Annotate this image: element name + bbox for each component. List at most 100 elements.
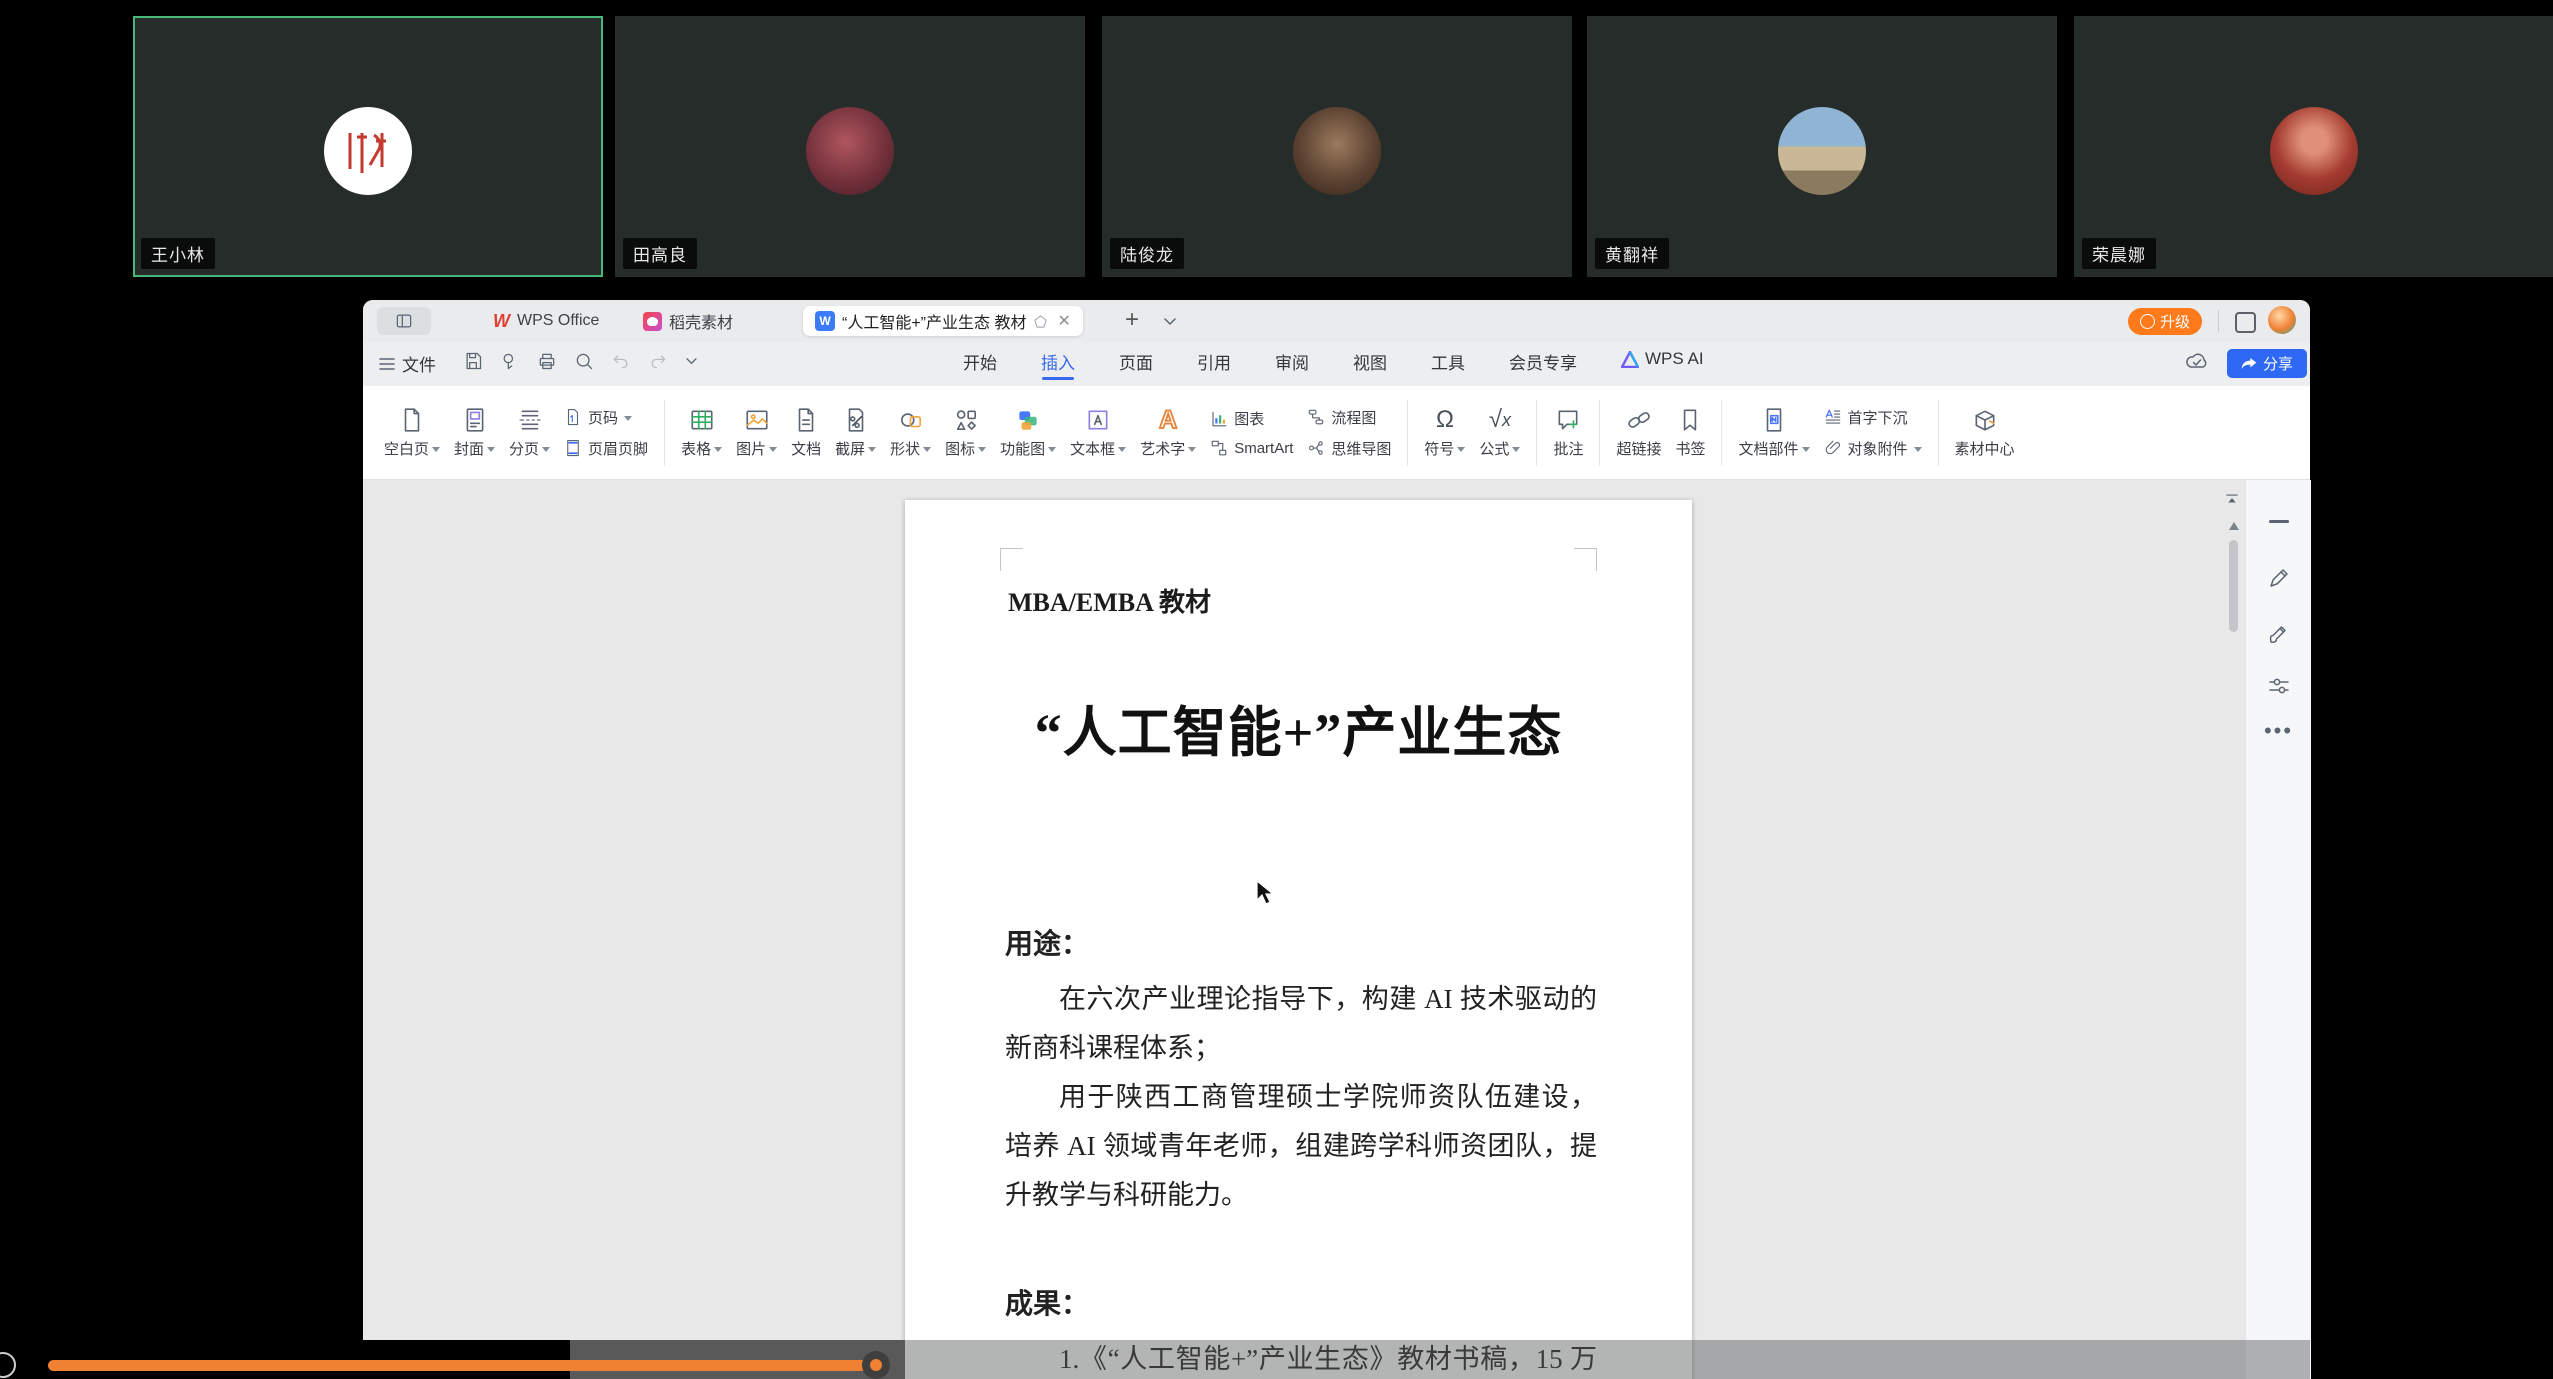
tab-label: “人工智能+”产业生态 教材: [842, 315, 1027, 332]
video-tile[interactable]: 田高良: [615, 16, 1085, 277]
comment-icon: [1558, 410, 1578, 429]
tab-view[interactable]: 视图: [1353, 349, 1387, 374]
flowchart-button[interactable]: 流程图: [1307, 407, 1391, 428]
header-footer-icon: [567, 439, 579, 457]
page-break-button[interactable]: 分页: [502, 403, 557, 463]
document-button[interactable]: 文档: [784, 403, 828, 463]
drop-cap-button[interactable]: 首字下沉: [1824, 407, 1922, 428]
bookmark-icon: [1684, 408, 1697, 431]
settings-sliders-icon[interactable]: [2267, 674, 2291, 698]
qat-dropdown-icon[interactable]: [685, 357, 698, 366]
playback-track[interactable]: [48, 1351, 912, 1379]
blank-page-button[interactable]: 空白页: [377, 403, 447, 463]
header-footer-button[interactable]: 页眉页脚: [564, 438, 648, 459]
video-tile[interactable]: 王小林: [133, 16, 603, 277]
titlebar-divider: [2218, 310, 2219, 332]
symbol-button[interactable]: Ω 符号: [1417, 403, 1472, 463]
tab-wps-office[interactable]: W WPS Office: [481, 306, 611, 336]
tab-document-active[interactable]: W “人工智能+”产业生态 教材 ✕: [803, 306, 1083, 336]
tab-dropdown-icon[interactable]: [1163, 317, 1177, 327]
print-icon[interactable]: [537, 351, 557, 371]
wps-logo-icon: W: [493, 310, 510, 331]
scroll-to-top-icon[interactable]: [2223, 492, 2241, 510]
attachment-button[interactable]: 对象附件: [1824, 438, 1922, 459]
ribbon-divider: [1407, 399, 1409, 466]
table-button[interactable]: 表格: [674, 403, 729, 463]
func-diagram-button[interactable]: 功能图: [993, 403, 1063, 463]
maximize-button[interactable]: [2235, 312, 2256, 333]
participant-avatar: [1778, 107, 1866, 195]
doc-part-button[interactable]: 文档部件: [1731, 403, 1816, 463]
wps-window: W WPS Office 稻壳素材 W “人工智能+”产业生态 教材 ✕ + 升…: [363, 300, 2311, 1379]
comment-button[interactable]: 批注: [1546, 403, 1590, 463]
formula-button[interactable]: √ x 公式: [1472, 403, 1527, 463]
share-button[interactable]: 分享: [2227, 349, 2307, 378]
cover-button[interactable]: 封面: [447, 403, 502, 463]
print-preview-icon[interactable]: [574, 351, 594, 371]
shape-button[interactable]: 形状: [883, 403, 938, 463]
hamburger-icon: [379, 357, 395, 370]
tab-label: 稻壳素材: [669, 315, 734, 332]
more-options-icon[interactable]: •••: [2264, 718, 2293, 744]
tab-tools[interactable]: 工具: [1431, 349, 1465, 374]
smartart-button[interactable]: SmartArt: [1210, 439, 1293, 457]
tab-page[interactable]: 页面: [1119, 349, 1153, 374]
collapse-handle-icon[interactable]: [2268, 520, 2289, 523]
scrollbar-thumb[interactable]: [2229, 540, 2238, 632]
playback-progress[interactable]: [48, 1351, 891, 1379]
save-icon[interactable]: [463, 351, 483, 371]
document-canvas[interactable]: MBA/EMBA 教材 “人工智能+”产业生态 用途： 在六次产业理论指导下，构…: [363, 480, 2245, 1379]
screenshot-button[interactable]: 截屏: [828, 403, 883, 463]
tab-member[interactable]: 会员专享: [1509, 349, 1577, 374]
screen: 王小林 田高良 陆俊龙 黄翻祥 荣晨娜 W WPS Office 稻壳素材 W …: [0, 0, 2553, 1379]
mindmap-button[interactable]: 思维导图: [1307, 438, 1391, 459]
page-break-icon: [518, 410, 541, 429]
picture-button[interactable]: 图片: [729, 403, 784, 463]
close-tab-icon[interactable]: ✕: [1057, 311, 1070, 331]
ribbon-divider: [1937, 399, 1939, 466]
tab-docer-material[interactable]: 稻壳素材: [631, 306, 745, 336]
redo-icon[interactable]: [648, 351, 668, 371]
video-tile[interactable]: 黄翻祥: [1587, 16, 2057, 277]
tab-home[interactable]: 开始: [963, 349, 997, 374]
icon-library-button[interactable]: 图标: [938, 403, 993, 463]
video-tile[interactable]: 陆俊龙: [1102, 16, 1572, 277]
account-avatar[interactable]: [2268, 306, 2296, 334]
tab-list-button[interactable]: [377, 307, 431, 335]
mindmap-icon: [1309, 441, 1324, 455]
usage-paragraph-1: 在六次产业理论指导下，构建 AI 技术驱动的新商科课程体系；: [1005, 984, 1597, 1063]
new-tab-button[interactable]: +: [1125, 308, 1139, 332]
chart-smartart-group: 图表 SmartArt: [1203, 408, 1300, 457]
upgrade-button[interactable]: 升级: [2128, 308, 2202, 335]
word-art-button[interactable]: A 艺术字: [1133, 403, 1203, 463]
document-page[interactable]: MBA/EMBA 教材 “人工智能+”产业生态 用途： 在六次产业理论指导下，构…: [905, 500, 1692, 1379]
file-menu-button[interactable]: 文件: [379, 351, 436, 376]
page-number-button[interactable]: 页码: [564, 407, 648, 428]
dropcap-attachment-group: 首字下沉 对象附件: [1817, 407, 1929, 459]
ribbon-toolbar: 空白页 封面 分页 页码 页眉页脚 表格 图片 文档 截屏 形状 图标 功能图 …: [363, 386, 2310, 480]
tab-wps-ai[interactable]: WPS AI: [1621, 349, 1704, 369]
tab-reference[interactable]: 引用: [1197, 349, 1231, 374]
highlighter-icon[interactable]: [2267, 622, 2291, 646]
upgrade-label: 升级: [2159, 314, 2190, 331]
text-box-button[interactable]: 文本框: [1063, 403, 1133, 463]
chart-button[interactable]: 图表: [1210, 408, 1293, 429]
tab-review[interactable]: 审阅: [1275, 349, 1309, 374]
undo-icon[interactable]: [611, 351, 631, 371]
video-tile[interactable]: 荣晨娜: [2074, 16, 2553, 277]
tab-insert[interactable]: 插入: [1041, 349, 1075, 380]
participant-avatar: [1293, 107, 1381, 195]
scroll-up-arrow[interactable]: [2229, 522, 2239, 530]
export-pdf-icon[interactable]: [500, 351, 520, 371]
seal-stamp-image: [348, 133, 386, 173]
page-number-group: 页码 页眉页脚: [557, 407, 655, 459]
hyperlink-button[interactable]: 超链接: [1609, 403, 1668, 463]
omega-symbol-icon: Ω: [1435, 405, 1454, 433]
bookmark-button[interactable]: 书签: [1668, 403, 1712, 463]
pen-tool-icon[interactable]: [2267, 566, 2291, 590]
chart-icon: [1212, 411, 1227, 426]
material-center-button[interactable]: 素材中心: [1948, 403, 2022, 463]
cloud-saved-icon[interactable]: [2185, 351, 2209, 371]
hyperlink-icon: [1628, 411, 1650, 428]
flowchart-mindmap-group: 流程图 思维导图: [1300, 407, 1398, 459]
